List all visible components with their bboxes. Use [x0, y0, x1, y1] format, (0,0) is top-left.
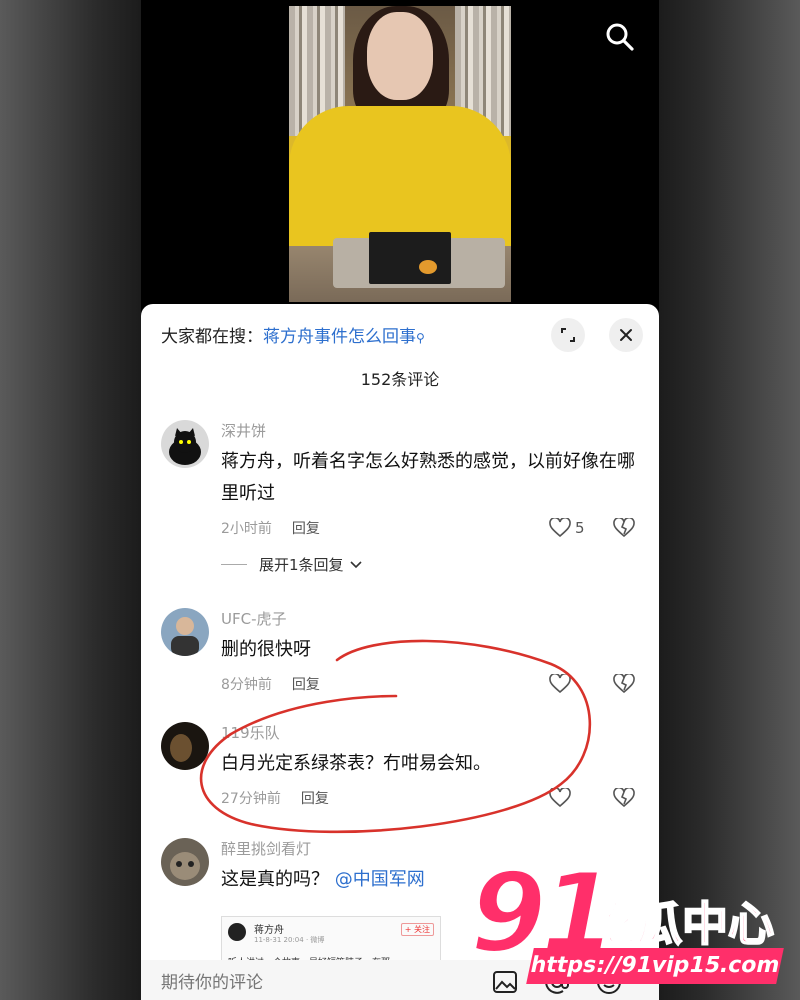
video-player[interactable] — [289, 6, 511, 302]
username[interactable]: 深井饼 — [221, 420, 266, 441]
embed-meta: 11-8-31 20:04 · 微博 — [254, 936, 325, 944]
username[interactable]: 醉里挑剑看灯 — [221, 838, 311, 859]
watermark-brand: 吃瓜中心 — [589, 896, 775, 952]
like-count: 5 — [575, 519, 585, 537]
watermark-logo: 91 吃瓜中心 https://91vip15.com — [468, 857, 790, 990]
comment-meta: 2小时前 回复 — [221, 518, 320, 538]
dislike-icon[interactable] — [613, 672, 635, 698]
watermark-url: https://91vip15.com — [526, 948, 784, 984]
heart-icon — [549, 674, 571, 694]
comment-meta: 27分钟前 回复 — [221, 788, 329, 808]
hot-search-query[interactable]: 蒋方舟事件怎么回事 — [263, 327, 416, 347]
dislike-icon[interactable] — [613, 786, 635, 812]
divider — [221, 564, 247, 565]
comment-text: 删的很快呀 — [221, 639, 311, 660]
expand-replies-button[interactable]: 展开1条回复 — [221, 554, 362, 575]
avatar[interactable] — [161, 420, 209, 468]
chevron-down-icon — [349, 560, 362, 568]
dislike-icon[interactable] — [613, 516, 635, 542]
presenter-sweater — [289, 106, 511, 246]
like-button[interactable] — [549, 674, 571, 694]
search-small-icon: ⚲ — [416, 331, 425, 345]
comment-item: UFC-虎子 删的很快呀 8分钟前 回复 — [161, 608, 641, 708]
comment-count: 152条评论 — [360, 370, 440, 389]
comment-item: 深井饼 蒋方舟，听着名字怎么好熟悉的感觉，以前好像在哪里听过 2小时前 回复 5 … — [161, 420, 641, 574]
username[interactable]: 119乐队 — [221, 722, 280, 743]
comment-time: 2小时前 — [221, 521, 272, 537]
search-icon[interactable] — [603, 20, 637, 54]
comment-text: 蒋方舟，听着名字怎么好熟悉的感觉，以前好像在哪里听过 — [221, 451, 635, 504]
comment-item: 119乐队 白月光定系绿茶表？冇咁易会知。 27分钟前 回复 — [161, 722, 641, 822]
username[interactable]: UFC-虎子 — [221, 608, 287, 629]
comment-time: 27分钟前 — [221, 791, 281, 807]
hot-search-prefix: 大家都在搜： — [161, 327, 263, 347]
close-icon[interactable] — [609, 318, 643, 352]
heart-icon — [549, 518, 571, 538]
presenter-face — [367, 12, 433, 100]
comment-input[interactable] — [155, 964, 483, 1000]
like-button[interactable]: 5 — [549, 518, 585, 538]
heart-icon — [549, 788, 571, 808]
comment-text: 白月光定系绿茶表？冇咁易会知。 — [221, 753, 491, 774]
avatar[interactable] — [161, 722, 209, 770]
hot-search[interactable]: 大家都在搜：蒋方舟事件怎么回事⚲ — [161, 322, 425, 347]
embed-name: 蒋方舟 — [254, 925, 284, 936]
expand-icon[interactable] — [551, 318, 585, 352]
comment-text-body: 这是真的吗？ — [221, 869, 329, 890]
reply-button[interactable]: 回复 — [301, 791, 329, 807]
expand-replies-label: 展开1条回复 — [259, 556, 344, 574]
reply-button[interactable]: 回复 — [292, 521, 320, 537]
book — [369, 232, 451, 284]
embed-avatar — [228, 923, 246, 941]
avatar[interactable] — [161, 608, 209, 656]
avatar[interactable] — [161, 838, 209, 886]
mention-link[interactable]: @中国军网 — [335, 869, 425, 890]
embed-follow: + 关注 — [400, 923, 434, 936]
reply-button[interactable]: 回复 — [292, 677, 320, 693]
like-button[interactable] — [549, 788, 571, 808]
comment-meta: 8分钟前 回复 — [221, 674, 320, 694]
comment-time: 8分钟前 — [221, 677, 272, 693]
